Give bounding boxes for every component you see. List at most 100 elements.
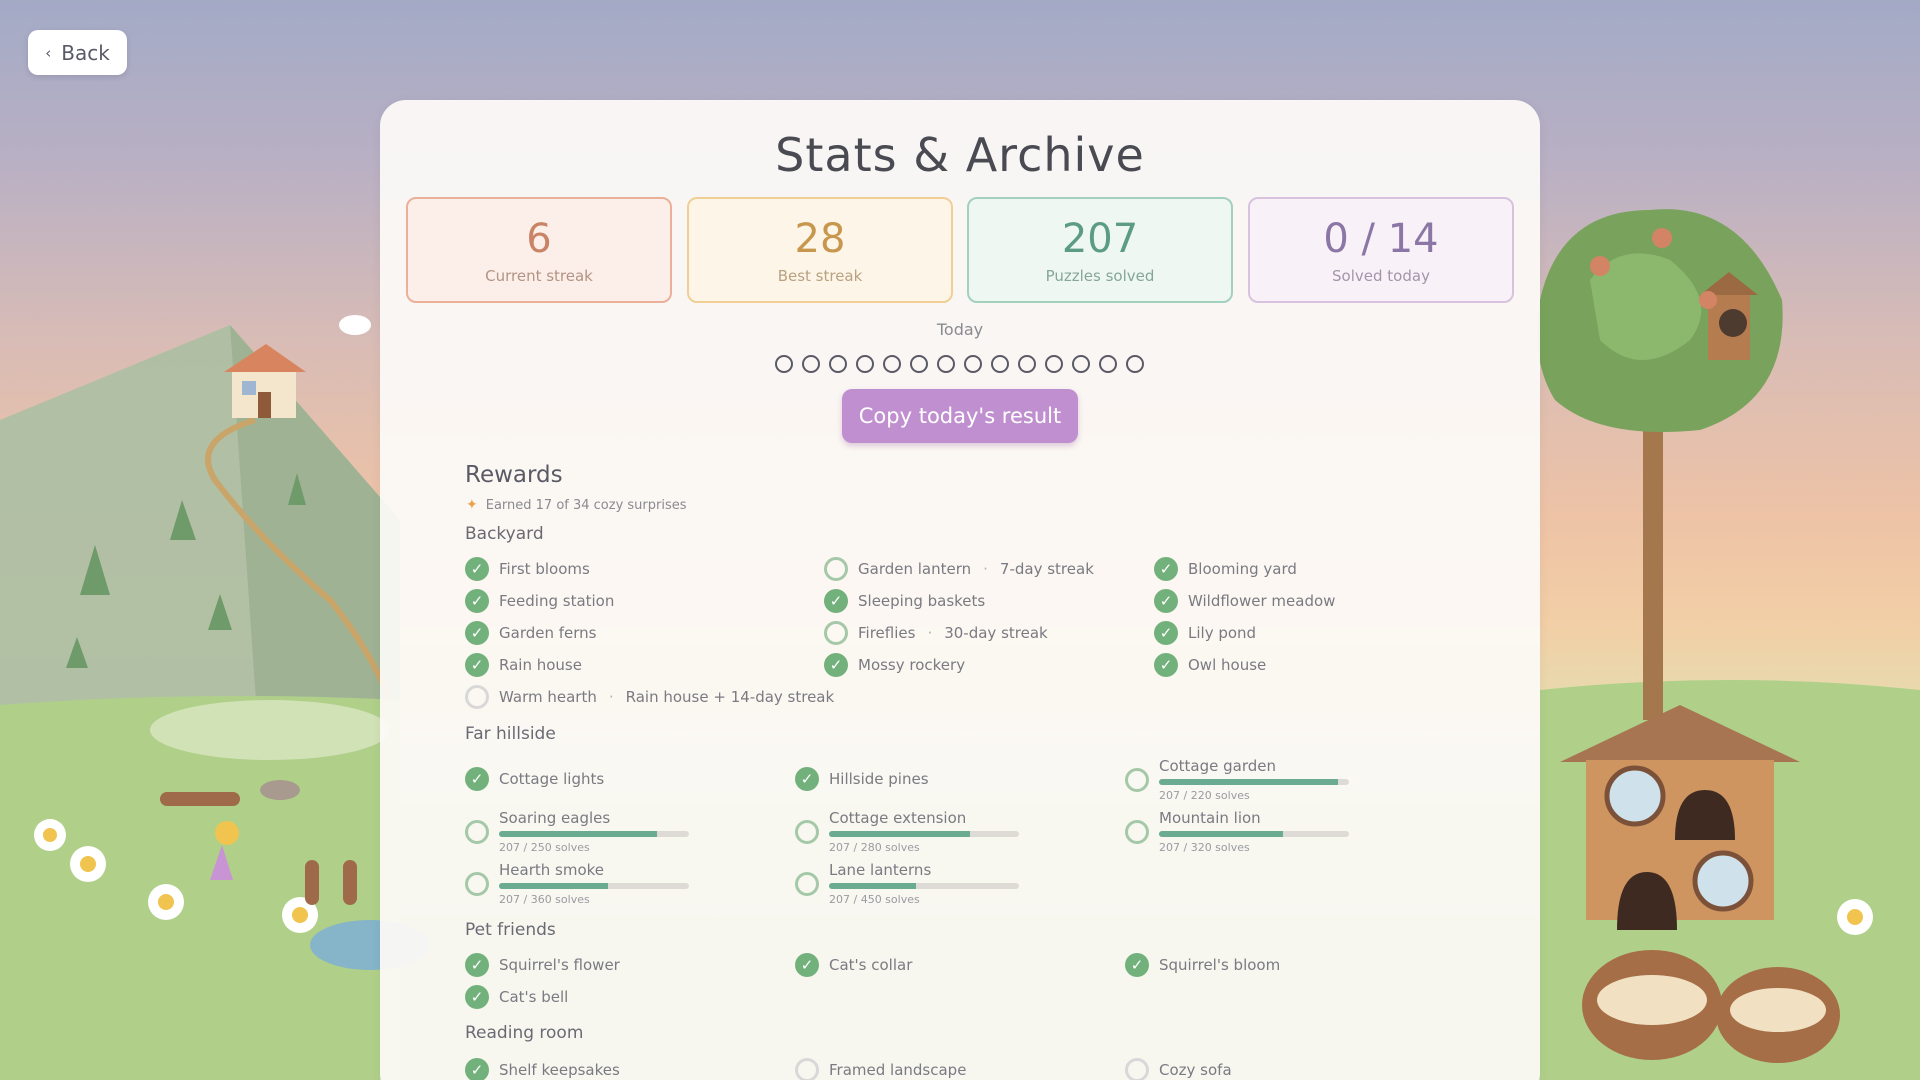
reward-item: ✓ Owl house	[1154, 653, 1266, 677]
reward-item: Garden lantern · 7-day streak	[824, 557, 1094, 581]
progress-ring-icon	[465, 872, 489, 896]
progress-fill	[499, 831, 657, 837]
page-title: Stats & Archive	[775, 128, 1145, 182]
progress-dot	[1018, 355, 1036, 373]
stat-current-streak: 6 Current streak	[406, 197, 672, 303]
reward-requirement: Rain house + 14-day streak	[625, 688, 835, 706]
rewards-earned: ✦ Earned 17 of 34 cozy surprises	[466, 497, 687, 513]
stat-label: Puzzles solved	[1045, 267, 1155, 285]
reward-item: ✓ Squirrel's bloom	[1125, 953, 1280, 977]
reward-name: Fireflies	[858, 624, 916, 642]
stat-label: Best streak	[777, 267, 863, 285]
reward-item: ✓ Rain house	[465, 653, 582, 677]
progress-ring-icon	[1125, 1058, 1149, 1080]
progress-dot	[829, 355, 847, 373]
reward-name: Hillside pines	[829, 770, 929, 788]
check-icon: ✓	[465, 953, 489, 977]
back-label: Back	[61, 40, 110, 65]
reward-item: Warm hearth · Rain house + 14-day streak	[465, 685, 834, 709]
progress-dot	[1126, 355, 1144, 373]
stat-value: 28	[794, 216, 846, 262]
check-icon: ✓	[465, 621, 489, 645]
reward-item-progress: Soaring eagles 207 / 250 solves	[465, 810, 689, 854]
reward-name: Lane lanterns	[829, 861, 932, 879]
reward-name: Framed landscape	[829, 1061, 967, 1079]
progress-fill	[829, 883, 917, 889]
reward-name: Hearth smoke	[499, 861, 605, 879]
stat-label: Current streak	[485, 267, 593, 285]
separator: ·	[927, 624, 933, 642]
reward-name: Garden ferns	[499, 624, 597, 642]
reward-name: Cottage garden	[1159, 757, 1276, 775]
check-icon: ✓	[1125, 953, 1149, 977]
reward-item: Fireflies · 30-day streak	[824, 621, 1048, 645]
stat-value: 6	[526, 216, 552, 262]
check-icon: ✓	[465, 653, 489, 677]
reward-requirement: 7-day streak	[999, 560, 1094, 578]
reward-name: Warm hearth	[499, 688, 597, 706]
check-icon: ✓	[465, 557, 489, 581]
reward-requirement: 30-day streak	[944, 624, 1048, 642]
reward-item-progress: Lane lanterns 207 / 450 solves	[795, 862, 1019, 906]
reward-name: Mossy rockery	[858, 656, 966, 674]
reward-item: ✓ First blooms	[465, 557, 590, 581]
progress-bar	[1159, 779, 1349, 785]
progress-ring-icon	[795, 820, 819, 844]
progress-fill	[1159, 831, 1283, 837]
reward-item: ✓ Cottage lights	[465, 767, 604, 791]
reward-name: Rain house	[499, 656, 582, 674]
progress-bar	[499, 831, 689, 837]
stat-value: 207	[1061, 216, 1139, 262]
reward-item: ✓ Shelf keepsakes	[465, 1058, 620, 1080]
progress-count: 207 / 320 solves	[1159, 841, 1250, 854]
progress-count: 207 / 280 solves	[829, 841, 920, 854]
check-icon: ✓	[1154, 589, 1178, 613]
reward-name: Cozy sofa	[1159, 1061, 1232, 1079]
today-progress-dots	[775, 355, 1144, 373]
reward-name: Cottage lights	[499, 770, 605, 788]
reward-name: Cottage extension	[829, 809, 967, 827]
reward-item: ✓ Cat's collar	[795, 953, 912, 977]
progress-ring-icon	[824, 621, 848, 645]
section-title: Pet friends	[465, 920, 556, 940]
reward-name: Blooming yard	[1188, 560, 1297, 578]
copy-result-button[interactable]: Copy today's result	[842, 389, 1078, 443]
progress-dot	[1045, 355, 1063, 373]
reward-name: Cat's collar	[829, 956, 913, 974]
check-icon: ✓	[465, 985, 489, 1009]
separator: ·	[983, 560, 988, 578]
progress-dot	[937, 355, 955, 373]
reward-item: ✓ Cat's bell	[465, 985, 568, 1009]
reward-item-progress: Mountain lion 207 / 320 solves	[1125, 810, 1349, 854]
progress-bar	[499, 883, 689, 889]
check-icon: ✓	[795, 953, 819, 977]
check-icon: ✓	[795, 767, 819, 791]
reward-item-progress: Cottage extension 207 / 280 solves	[795, 810, 1019, 854]
progress-dot	[856, 355, 874, 373]
reward-item: Framed landscape	[795, 1058, 966, 1080]
progress-dot	[775, 355, 793, 373]
progress-ring-icon	[824, 557, 848, 581]
reward-name: Shelf keepsakes	[499, 1061, 620, 1079]
reward-name: Sleeping baskets	[858, 592, 986, 610]
stat-puzzles-solved: 207 Puzzles solved	[967, 197, 1233, 303]
reward-item: ✓ Hillside pines	[795, 767, 929, 791]
reward-item: ✓ Sleeping baskets	[824, 589, 985, 613]
progress-ring-icon	[795, 872, 819, 896]
section-title: Reading room	[465, 1023, 584, 1043]
check-icon: ✓	[465, 767, 489, 791]
reward-item: ✓ Garden ferns	[465, 621, 596, 645]
reward-item: ✓ Mossy rockery	[824, 653, 965, 677]
back-button[interactable]: ‹ Back	[28, 30, 127, 75]
check-icon: ✓	[1154, 557, 1178, 581]
check-icon: ✓	[824, 653, 848, 677]
progress-dot	[1072, 355, 1090, 373]
reward-name: Owl house	[1188, 656, 1267, 674]
progress-ring-icon	[1125, 820, 1149, 844]
progress-ring-icon	[795, 1058, 819, 1080]
chevron-left-icon: ‹	[45, 43, 52, 62]
reward-name: Wildflower meadow	[1188, 592, 1336, 610]
progress-dot	[991, 355, 1009, 373]
progress-count: 207 / 360 solves	[499, 893, 590, 906]
check-icon: ✓	[465, 589, 489, 613]
